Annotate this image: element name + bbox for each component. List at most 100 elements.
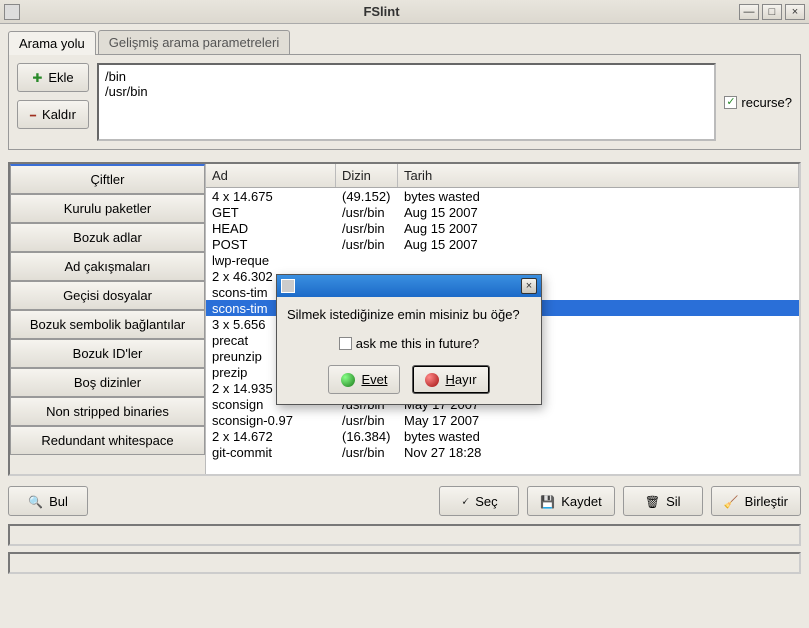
red-dot-icon bbox=[425, 373, 439, 387]
cell-date: bytes wasted bbox=[404, 429, 793, 444]
category-button[interactable]: Redundant whitespace bbox=[10, 426, 205, 455]
col-name[interactable]: Ad bbox=[206, 164, 336, 187]
close-button[interactable]: × bbox=[785, 4, 805, 20]
cell-date: Nov 27 18:28 bbox=[404, 445, 793, 460]
delete-icon bbox=[645, 494, 660, 509]
cell-name: POST bbox=[212, 237, 342, 252]
recurse-label: recurse? bbox=[741, 95, 792, 110]
merge-label: Birleştir bbox=[745, 494, 788, 509]
add-label: Ekle bbox=[48, 70, 73, 85]
table-row[interactable]: HEAD/usr/binAug 15 2007 bbox=[206, 220, 799, 236]
cell-date: bytes wasted bbox=[404, 189, 793, 204]
find-icon bbox=[28, 494, 43, 509]
col-date[interactable]: Tarih bbox=[398, 164, 799, 187]
delete-button[interactable]: Sil bbox=[623, 486, 703, 516]
dialog-message: Silmek istediğinize emin misiniz bu öğe? bbox=[287, 307, 531, 322]
search-path-panel: Ekle Kaldır /bin /usr/bin recurse? bbox=[8, 54, 801, 150]
list-header: Ad Dizin Tarih bbox=[206, 164, 799, 188]
category-button[interactable]: Bozuk sembolik bağlantılar bbox=[10, 310, 205, 339]
cell-dir: (16.384) bbox=[342, 429, 404, 444]
cell-name: 4 x 14.675 bbox=[212, 189, 342, 204]
minus-icon bbox=[30, 107, 36, 122]
delete-label: Sil bbox=[666, 494, 680, 509]
no-button[interactable]: Hayır bbox=[412, 365, 489, 394]
status-bar-1 bbox=[8, 524, 801, 546]
path-item[interactable]: /bin bbox=[105, 69, 708, 84]
select-label: Seç bbox=[475, 494, 497, 509]
save-label: Kaydet bbox=[561, 494, 601, 509]
col-dir[interactable]: Dizin bbox=[336, 164, 398, 187]
recurse-checkbox[interactable]: recurse? bbox=[724, 63, 792, 141]
maximize-button[interactable]: □ bbox=[762, 4, 782, 20]
cell-name: sconsign-0.97 bbox=[212, 413, 342, 428]
checkbox-icon bbox=[339, 337, 352, 350]
save-icon bbox=[540, 494, 555, 509]
table-row[interactable]: sconsign-0.97/usr/binMay 17 2007 bbox=[206, 412, 799, 428]
cell-date: May 17 2007 bbox=[404, 413, 793, 428]
cell-date: Aug 15 2007 bbox=[404, 237, 793, 252]
select-button[interactable]: Seç bbox=[439, 486, 519, 516]
table-row[interactable]: 4 x 14.675(49.152)bytes wasted bbox=[206, 188, 799, 204]
select-icon bbox=[461, 493, 469, 509]
minimize-button[interactable]: — bbox=[739, 4, 759, 20]
remove-label: Kaldır bbox=[42, 107, 76, 122]
cell-dir: /usr/bin bbox=[342, 413, 404, 428]
path-list[interactable]: /bin /usr/bin bbox=[97, 63, 716, 141]
merge-icon bbox=[724, 494, 739, 509]
find-button[interactable]: Bul bbox=[8, 486, 88, 516]
add-path-button[interactable]: Ekle bbox=[17, 63, 89, 92]
category-button[interactable]: Non stripped binaries bbox=[10, 397, 205, 426]
app-icon bbox=[4, 4, 20, 20]
cell-dir: (49.152) bbox=[342, 189, 404, 204]
dialog-icon bbox=[281, 279, 295, 293]
category-button[interactable]: Kurulu paketler bbox=[10, 194, 205, 223]
bottom-toolbar: Bul Seç Kaydet Sil Birleştir bbox=[8, 486, 801, 516]
category-button[interactable]: Geçisi dosyalar bbox=[10, 281, 205, 310]
cell-name: lwp-reque bbox=[212, 253, 342, 268]
yes-label: Evet bbox=[361, 372, 387, 387]
category-button[interactable]: Çiftler bbox=[10, 164, 205, 194]
table-row[interactable]: POST/usr/binAug 15 2007 bbox=[206, 236, 799, 252]
remove-path-button[interactable]: Kaldır bbox=[17, 100, 89, 129]
dialog-close-button[interactable]: × bbox=[521, 278, 537, 294]
table-row[interactable]: lwp-reque bbox=[206, 252, 799, 268]
category-button[interactable]: Bozuk ID'ler bbox=[10, 339, 205, 368]
category-button[interactable]: Ad çakışmaları bbox=[10, 252, 205, 281]
checkbox-icon bbox=[724, 96, 737, 109]
tab-advanced[interactable]: Gelişmiş arama parametreleri bbox=[98, 30, 291, 54]
merge-button[interactable]: Birleştir bbox=[711, 486, 801, 516]
category-column: ÇiftlerKurulu paketlerBozuk adlarAd çakı… bbox=[10, 164, 206, 474]
tab-row: Arama yolu Gelişmiş arama parametreleri bbox=[8, 30, 801, 54]
cell-date: Aug 15 2007 bbox=[404, 205, 793, 220]
table-row[interactable]: 2 x 14.672(16.384)bytes wasted bbox=[206, 428, 799, 444]
cell-dir: /usr/bin bbox=[342, 221, 404, 236]
ask-future-checkbox[interactable]: ask me this in future? bbox=[287, 336, 531, 351]
cell-dir: /usr/bin bbox=[342, 445, 404, 460]
cell-name: HEAD bbox=[212, 221, 342, 236]
dialog-titlebar[interactable]: × bbox=[277, 275, 541, 297]
cell-name: 2 x 14.672 bbox=[212, 429, 342, 444]
category-button[interactable]: Bozuk adlar bbox=[10, 223, 205, 252]
cell-name: git-commit bbox=[212, 445, 342, 460]
titlebar: FSlint — □ × bbox=[0, 0, 809, 24]
tab-search-path[interactable]: Arama yolu bbox=[8, 31, 96, 55]
cell-dir: /usr/bin bbox=[342, 237, 404, 252]
find-label: Bul bbox=[49, 494, 68, 509]
category-button[interactable]: Boş dizinler bbox=[10, 368, 205, 397]
path-item[interactable]: /usr/bin bbox=[105, 84, 708, 99]
status-bar-2 bbox=[8, 552, 801, 574]
no-label: Hayır bbox=[445, 372, 476, 387]
save-button[interactable]: Kaydet bbox=[527, 486, 614, 516]
plus-icon bbox=[32, 70, 42, 85]
cell-date: Aug 15 2007 bbox=[404, 221, 793, 236]
confirm-dialog: × Silmek istediğinize emin misiniz bu öğ… bbox=[276, 274, 542, 405]
green-dot-icon bbox=[341, 373, 355, 387]
cell-dir bbox=[342, 253, 404, 268]
cell-dir: /usr/bin bbox=[342, 205, 404, 220]
window-title: FSlint bbox=[24, 4, 739, 19]
yes-button[interactable]: Evet bbox=[328, 365, 400, 394]
cell-date bbox=[404, 253, 793, 268]
table-row[interactable]: git-commit/usr/binNov 27 18:28 bbox=[206, 444, 799, 460]
ask-future-label: ask me this in future? bbox=[356, 336, 480, 351]
table-row[interactable]: GET/usr/binAug 15 2007 bbox=[206, 204, 799, 220]
